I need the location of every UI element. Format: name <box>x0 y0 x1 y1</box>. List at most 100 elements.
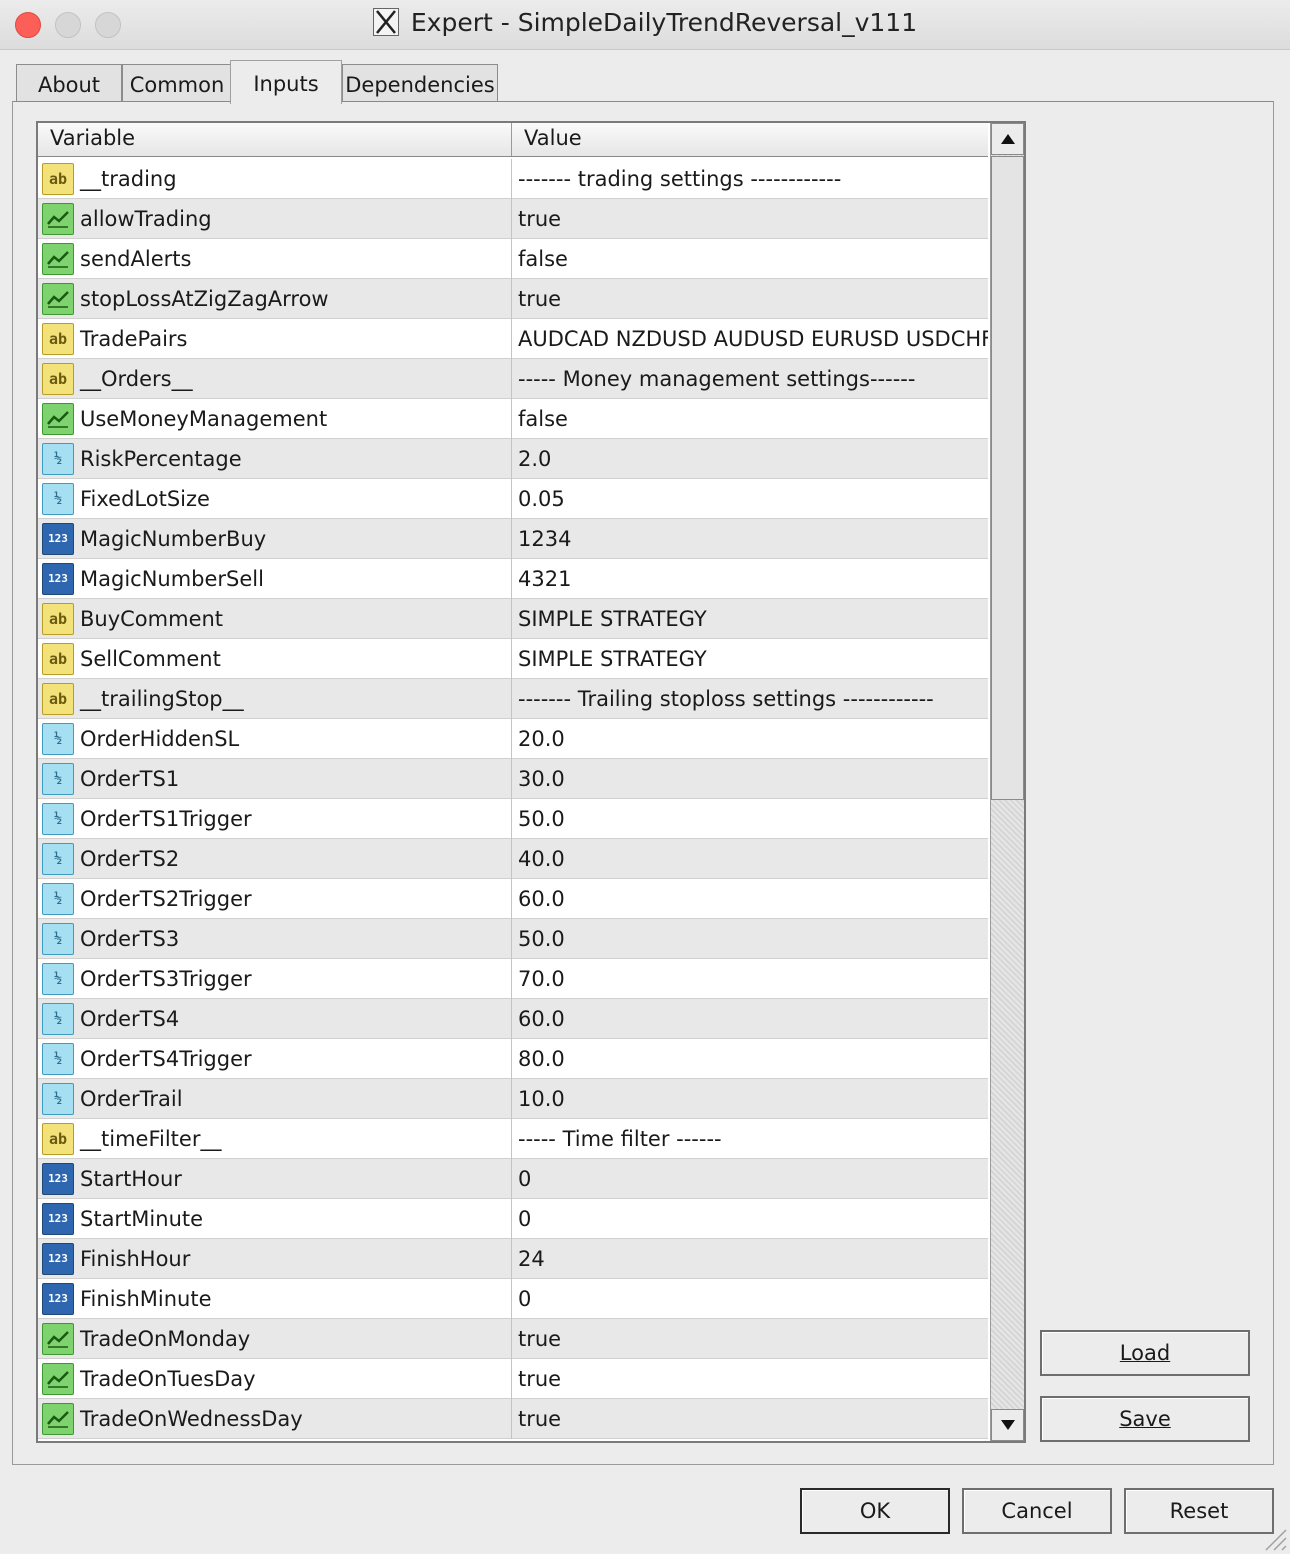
value-cell[interactable]: 1234 <box>512 527 988 551</box>
value-cell[interactable]: false <box>512 247 988 271</box>
value-cell[interactable]: true <box>512 1367 988 1391</box>
ok-button[interactable]: OK <box>800 1488 950 1534</box>
table-row[interactable]: ½ RiskPercentage 2.0 <box>38 438 988 479</box>
table-row[interactable]: ½ OrderTS3 50.0 <box>38 918 988 959</box>
value-cell[interactable]: 30.0 <box>512 767 988 791</box>
table-row[interactable]: ½ OrderHiddenSL 20.0 <box>38 718 988 759</box>
value-cell[interactable]: 10.0 <box>512 1087 988 1111</box>
value-cell[interactable]: 0 <box>512 1287 988 1311</box>
value-cell[interactable]: AUDCAD NZDUSD AUDUSD EURUSD USDCHF ... <box>512 327 988 351</box>
value-cell[interactable]: 20.0 <box>512 727 988 751</box>
column-header-value[interactable]: Value <box>512 123 988 156</box>
value-cell[interactable]: ------- trading settings ------------ <box>512 167 988 191</box>
table-row[interactable]: ab __trailingStop__ ------- Trailing stop… <box>38 678 988 719</box>
table-row[interactable]: ½ FixedLotSize 0.05 <box>38 478 988 519</box>
table-row[interactable]: 123 MagicNumberBuy 1234 <box>38 518 988 559</box>
variable-name: OrderTS3Trigger <box>80 966 252 991</box>
value-cell[interactable]: 50.0 <box>512 807 988 831</box>
value-cell[interactable]: ----- Money management settings------ <box>512 367 988 391</box>
table-row[interactable]: ab SellComment SIMPLE STRATEGY <box>38 638 988 679</box>
variable-cell: TradeOnWednessDay <box>38 1398 512 1439</box>
scroll-down-button[interactable] <box>991 1409 1024 1441</box>
value-cell[interactable]: 0.05 <box>512 487 988 511</box>
table-row[interactable]: ab BuyComment SIMPLE STRATEGY <box>38 598 988 639</box>
value-cell[interactable]: ----- Time filter ------ <box>512 1127 988 1151</box>
value-cell[interactable]: 60.0 <box>512 887 988 911</box>
table-row[interactable]: ab __trading ------- trading settings ---… <box>38 158 988 199</box>
string-type-icon: ab <box>42 602 74 635</box>
table-row[interactable]: 123 FinishHour 24 <box>38 1238 988 1279</box>
value-cell[interactable]: 70.0 <box>512 967 988 991</box>
scroll-up-button[interactable] <box>991 123 1024 155</box>
load-button[interactable]: Load <box>1040 1330 1250 1376</box>
tab-common[interactable]: Common <box>122 64 232 102</box>
variable-cell: ½ OrderHiddenSL <box>38 718 512 759</box>
bool-type-icon <box>42 282 74 315</box>
table-row[interactable]: 123 StartMinute 0 <box>38 1198 988 1239</box>
variable-cell: ab __trading <box>38 158 512 199</box>
column-header-variable[interactable]: Variable <box>38 123 512 156</box>
value-cell[interactable]: 2.0 <box>512 447 988 471</box>
variable-name: OrderHiddenSL <box>80 726 240 751</box>
table-row[interactable]: 123 StartHour 0 <box>38 1158 988 1199</box>
table-row[interactable]: ½ OrderTS1Trigger 50.0 <box>38 798 988 839</box>
table-row[interactable]: allowTrading true <box>38 198 988 239</box>
tab-dependencies[interactable]: Dependencies <box>342 64 498 102</box>
variable-cell: ½ OrderTrail <box>38 1078 512 1119</box>
value-cell[interactable]: 40.0 <box>512 847 988 871</box>
cancel-button[interactable]: Cancel <box>962 1488 1112 1534</box>
variable-cell: ab __Orders__ <box>38 358 512 399</box>
tab-inputs[interactable]: Inputs <box>230 60 342 104</box>
value-cell[interactable]: SIMPLE STRATEGY <box>512 607 988 631</box>
integer-type-icon: 123 <box>42 1202 74 1235</box>
value-cell[interactable]: 0 <box>512 1207 988 1231</box>
table-row[interactable]: stopLossAtZigZagArrow true <box>38 278 988 319</box>
table-row[interactable]: ½ OrderTrail 10.0 <box>38 1078 988 1119</box>
value-cell[interactable]: false <box>512 407 988 431</box>
tab-about[interactable]: About <box>16 64 122 102</box>
variable-cell: ½ OrderTS2Trigger <box>38 878 512 919</box>
bool-type-icon <box>42 1322 74 1355</box>
value-cell[interactable]: 50.0 <box>512 927 988 951</box>
table-row[interactable]: TradeOnWednessDay true <box>38 1398 988 1439</box>
table-row[interactable]: ab TradePairs AUDCAD NZDUSD AUDUSD EURUSD … <box>38 318 988 359</box>
table-row[interactable]: ½ OrderTS4 60.0 <box>38 998 988 1039</box>
integer-type-icon: 123 <box>42 1162 74 1195</box>
table-row[interactable]: ½ OrderTS4Trigger 80.0 <box>38 1038 988 1079</box>
scrollbar-thumb[interactable] <box>991 156 1024 800</box>
table-row[interactable]: ½ OrderTS2 40.0 <box>38 838 988 879</box>
table-row[interactable]: ½ OrderTS3Trigger 70.0 <box>38 958 988 999</box>
variable-name: OrderTrail <box>80 1086 183 1111</box>
save-button[interactable]: Save <box>1040 1396 1250 1442</box>
table-row[interactable]: TradeOnTuesDay true <box>38 1358 988 1399</box>
variable-name: FinishHour <box>80 1246 191 1271</box>
value-cell[interactable]: true <box>512 1327 988 1351</box>
table-row[interactable]: ½ OrderTS2Trigger 60.0 <box>38 878 988 919</box>
string-type-icon: ab <box>42 162 74 195</box>
table-row[interactable]: 123 MagicNumberSell 4321 <box>38 558 988 599</box>
value-cell[interactable]: true <box>512 287 988 311</box>
vertical-scrollbar[interactable] <box>990 123 1024 1441</box>
value-cell[interactable]: 60.0 <box>512 1007 988 1031</box>
table-row[interactable]: 123 FinishMinute 0 <box>38 1278 988 1319</box>
table-row[interactable]: ab __Orders__ ----- Money management setti… <box>38 358 988 399</box>
table-row[interactable]: sendAlerts false <box>38 238 988 279</box>
value-cell[interactable]: true <box>512 1407 988 1431</box>
value-cell[interactable]: 80.0 <box>512 1047 988 1071</box>
value-cell[interactable]: true <box>512 207 988 231</box>
reset-button[interactable]: Reset <box>1124 1488 1274 1534</box>
table-row[interactable]: TradeOnMonday true <box>38 1318 988 1359</box>
value-cell[interactable]: 4321 <box>512 567 988 591</box>
resize-grip-icon[interactable] <box>1260 1524 1288 1552</box>
table-row[interactable]: ab __timeFilter__ ----- Time filter ------ <box>38 1118 988 1159</box>
table-row[interactable]: UseMoneyManagement false <box>38 398 988 439</box>
variable-cell: 123 FinishMinute <box>38 1278 512 1319</box>
arrow-up-icon <box>1000 134 1015 144</box>
double-type-icon: ½ <box>42 842 74 875</box>
value-cell[interactable]: 0 <box>512 1167 988 1191</box>
value-cell[interactable]: 24 <box>512 1247 988 1271</box>
value-cell[interactable]: ------- Trailing stoploss settings -----… <box>512 687 988 711</box>
window-title: Expert - SimpleDailyTrendReversal_v111 <box>410 8 918 37</box>
table-row[interactable]: ½ OrderTS1 30.0 <box>38 758 988 799</box>
value-cell[interactable]: SIMPLE STRATEGY <box>512 647 988 671</box>
